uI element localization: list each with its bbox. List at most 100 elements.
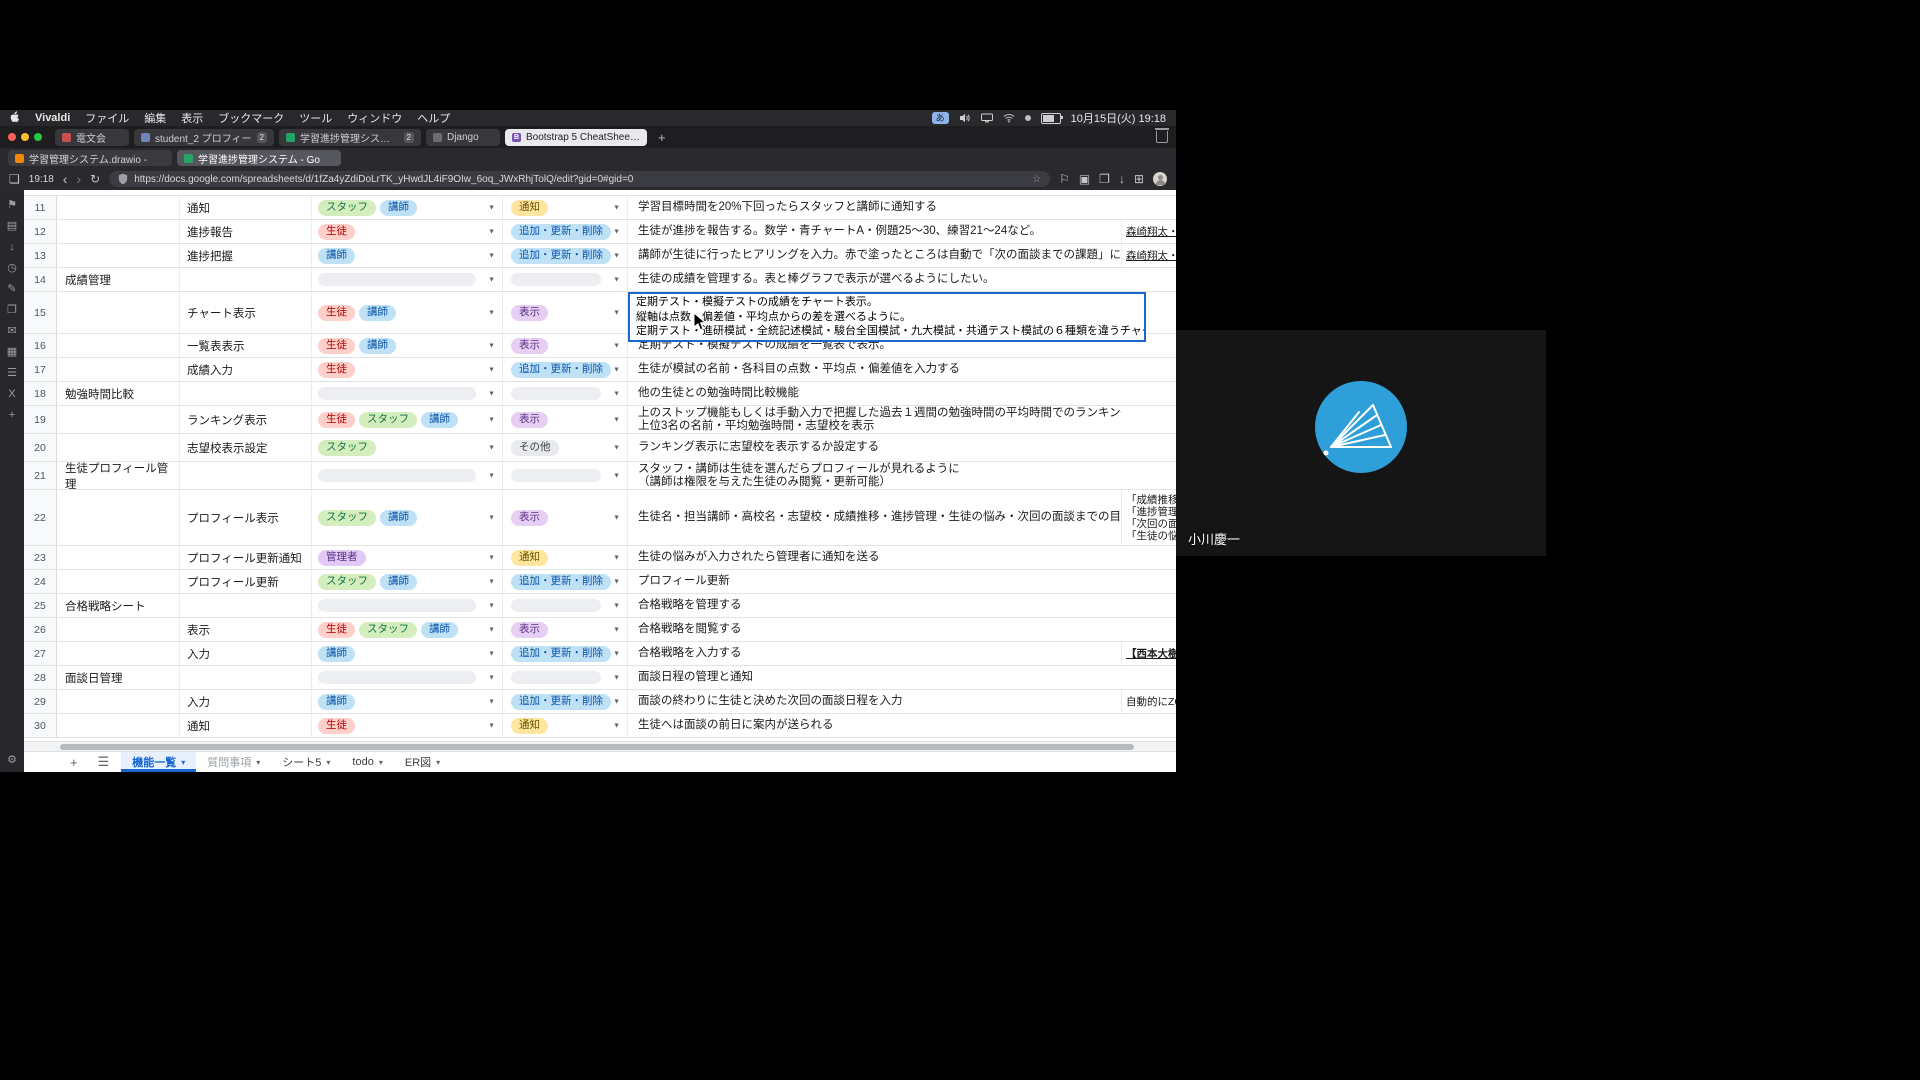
chevron-down-icon[interactable]: ▼ [613, 472, 620, 479]
user-chip[interactable]: スタッフ [318, 200, 376, 216]
user-chip[interactable]: スタッフ [318, 440, 376, 456]
cell-action[interactable]: ▼ [503, 268, 628, 291]
cell-feature[interactable]: 通知 [180, 196, 312, 219]
user-chip[interactable]: 生徒 [318, 305, 355, 321]
chevron-down-icon[interactable]: ▾ [181, 758, 185, 767]
action-chip[interactable]: 追加・更新・削除 [511, 248, 611, 264]
stacked-tab[interactable]: 学習管理システム.drawio - [8, 150, 172, 166]
user-chip[interactable]: 生徒 [318, 224, 355, 240]
menu-item[interactable]: Vivaldi [35, 112, 70, 124]
cell-description[interactable]: スタッフ・講師は生徒を選んだらプロフィールが見れるように（講師は権限を与えた生徒… [628, 462, 1122, 489]
chevron-down-icon[interactable]: ▾ [436, 758, 440, 767]
chevron-down-icon[interactable]: ▼ [613, 554, 620, 561]
cell-description[interactable]: 生徒が進捗を報告する。数学・青チャートA・例題25〜30、練習21〜24など。 [628, 220, 1122, 243]
apple-menu-icon[interactable] [10, 111, 20, 126]
cell-action[interactable]: 表示 ▼ [503, 334, 628, 357]
reader-icon[interactable]: ❐ [1099, 173, 1110, 185]
action-chip[interactable]: 追加・更新・削除 [511, 224, 611, 240]
cell-section[interactable]: 勉強時間比較 [57, 382, 180, 405]
cell-section[interactable] [57, 642, 180, 665]
display-icon[interactable] [981, 113, 993, 123]
action-chip[interactable]: 表示 [511, 338, 548, 354]
cell-users[interactable]: スタッフ講師 ▼ [312, 570, 503, 593]
cell-section[interactable]: 合格戦略シート [57, 594, 180, 617]
cell-users[interactable]: 生徒▼ [312, 358, 503, 381]
cell-section[interactable]: 生徒プロフィール管理 [57, 462, 180, 489]
cell-users[interactable]: ▼ [312, 382, 503, 405]
cell-section[interactable] [57, 618, 180, 641]
calendar-icon[interactable]: ▦ [4, 347, 20, 358]
user-chip[interactable]: 講師 [380, 510, 417, 526]
chevron-down-icon[interactable]: ▼ [488, 514, 495, 521]
cell-section[interactable] [57, 196, 180, 219]
closed-tabs-trash-icon[interactable] [1156, 131, 1168, 143]
row-number[interactable]: 11 [24, 196, 57, 219]
cell-users[interactable]: スタッフ講師▼ [312, 196, 503, 219]
cell-note[interactable] [1122, 382, 1176, 405]
downloads-icon[interactable]: ↓ [1119, 173, 1125, 185]
cell-section[interactable] [57, 546, 180, 569]
cell-description[interactable]: 合格戦略を閲覧する [628, 618, 1122, 641]
cell-note[interactable] [1122, 406, 1176, 433]
cell-note[interactable] [1122, 666, 1176, 689]
cell-feature[interactable]: 進捗把握 [180, 244, 312, 267]
chevron-down-icon[interactable]: ▼ [488, 252, 495, 259]
menu-item[interactable]: ツール [299, 110, 332, 126]
row-number[interactable]: 20 [24, 434, 57, 461]
chevron-down-icon[interactable]: ▼ [488, 416, 495, 423]
cell-feature[interactable] [180, 462, 312, 489]
cell-feature[interactable]: ランキング表示 [180, 406, 312, 433]
cell-description[interactable]: 生徒の悩みが入力されたら管理者に通知を送る [628, 546, 1122, 569]
chevron-down-icon[interactable]: ▼ [613, 228, 620, 235]
row-number[interactable]: 21 [24, 462, 57, 489]
row-number[interactable]: 28 [24, 666, 57, 689]
cell-users[interactable]: 講師▼ [312, 690, 503, 713]
row-number[interactable]: 24 [24, 570, 57, 593]
cell-note[interactable]: 自動的にZO [1122, 690, 1176, 713]
cell-description[interactable]: 学習目標時間を20%下回ったらスタッフと講師に通知する [628, 196, 1122, 219]
user-chip[interactable]: スタッフ [318, 574, 376, 590]
cell-users[interactable]: 生徒講師▼ [312, 334, 503, 357]
action-chip[interactable]: 表示 [511, 412, 548, 428]
menu-item[interactable]: 編集 [144, 110, 166, 126]
chevron-down-icon[interactable]: ▼ [488, 698, 495, 705]
chevron-down-icon[interactable]: ▼ [613, 342, 620, 349]
row-number[interactable]: 19 [24, 406, 57, 433]
reading-list-icon[interactable]: ▤ [4, 221, 20, 232]
cell-section[interactable] [57, 358, 180, 381]
cell-action[interactable]: 表示▼ [503, 490, 628, 545]
chevron-down-icon[interactable]: ▼ [488, 444, 495, 451]
cell-feature[interactable]: 入力 [180, 642, 312, 665]
cell-description[interactable]: 上のストップ機能もしくは手動入力で把握した過去１週間の勉強時間の平均時間でのラン… [628, 406, 1122, 433]
row-number[interactable]: 26 [24, 618, 57, 641]
row-number[interactable]: 22 [24, 490, 57, 545]
cell-users[interactable]: スタッフ講師 ▼ [312, 490, 503, 545]
profile-avatar[interactable] [1153, 172, 1167, 186]
chevron-down-icon[interactable]: ▼ [488, 578, 495, 585]
menu-bar-clock[interactable]: 10月15日(火) 19:18 [1071, 110, 1166, 126]
action-chip[interactable]: 追加・更新・削除 [511, 362, 611, 378]
user-chip[interactable]: スタッフ [359, 622, 417, 638]
user-chip[interactable]: スタッフ [318, 510, 376, 526]
cell-note[interactable]: 森崎翔太・ [1122, 220, 1176, 243]
history-icon[interactable]: ◷ [4, 263, 20, 274]
user-chip[interactable]: 講師 [421, 622, 458, 638]
cell-note[interactable] [1122, 618, 1176, 641]
cell-feature[interactable] [180, 382, 312, 405]
cell-action[interactable]: ▼ [503, 594, 628, 617]
chevron-down-icon[interactable]: ▼ [488, 204, 495, 211]
chevron-down-icon[interactable]: ▼ [488, 309, 495, 316]
sheet-tab[interactable]: 質問事項▾ [196, 752, 271, 772]
row-number[interactable]: 13 [24, 244, 57, 267]
cell-section[interactable] [57, 220, 180, 243]
cell-section[interactable] [57, 570, 180, 593]
sheet-tab[interactable]: ER図▾ [394, 752, 451, 772]
user-chip[interactable]: 講師 [318, 646, 355, 662]
chevron-down-icon[interactable]: ▼ [488, 342, 495, 349]
chevron-down-icon[interactable]: ▼ [613, 390, 620, 397]
user-chip[interactable]: 講師 [380, 574, 417, 590]
cell-users[interactable]: 生徒▼ [312, 714, 503, 737]
wifi-icon[interactable] [1003, 113, 1015, 123]
capture-icon[interactable]: ▣ [1079, 173, 1090, 185]
extensions-icon[interactable]: ⊞ [1134, 173, 1144, 185]
